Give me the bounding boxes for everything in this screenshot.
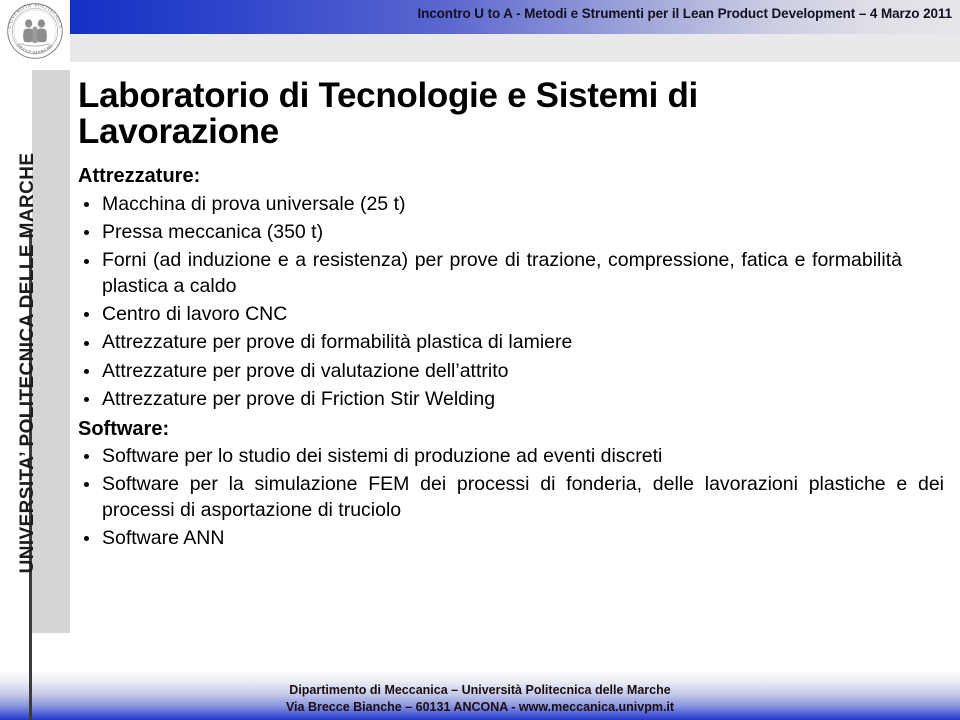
header-banner: Incontro U to A - Metodi e Strumenti per… bbox=[70, 0, 960, 34]
bullet-list-attrezzature: Macchina di prova universale (25 t) Pres… bbox=[78, 192, 954, 413]
sidebar-university-label: UNIVERSITA’ POLITECNICA DELLE MARCHE bbox=[17, 152, 38, 574]
list-item: Macchina di prova universale (25 t) bbox=[78, 192, 902, 217]
slide-content: Laboratorio di Tecnologie e Sistemi di L… bbox=[78, 78, 954, 658]
list-item-text: Attrezzature per prove di Friction Stir … bbox=[102, 388, 496, 411]
section-heading-attrezzature: Attrezzature: bbox=[78, 165, 201, 188]
footer-line-1: Dipartimento di Meccanica – Università P… bbox=[289, 683, 671, 698]
list-item-text: Attrezzature per prove di formabilità pl… bbox=[102, 331, 573, 354]
list-item: Attrezzature per prove di valutazione de… bbox=[78, 359, 902, 384]
header-filler bbox=[70, 34, 960, 62]
bullet-dot-icon bbox=[84, 201, 89, 207]
list-item-text: Macchina di prova universale (25 t) bbox=[102, 192, 406, 215]
list-item: Centro di lavoro CNC bbox=[78, 302, 902, 327]
list-item: Attrezzature per prove di Friction Stir … bbox=[78, 387, 902, 412]
list-item: Software per la simulazione FEM dei proc… bbox=[78, 472, 944, 523]
list-item: Software per lo studio dei sistemi di pr… bbox=[78, 444, 944, 469]
bullet-dot-icon bbox=[84, 454, 89, 460]
list-item-text: Centro di lavoro CNC bbox=[102, 303, 288, 326]
slide-title: Laboratorio di Tecnologie e Sistemi di L… bbox=[78, 76, 698, 151]
list-item-text: Attrezzature per prove di valutazione de… bbox=[102, 359, 509, 382]
list-item-text: Software ANN bbox=[102, 526, 225, 549]
bullet-dot-icon bbox=[84, 397, 89, 403]
list-item-text: Software per la simulazione FEM dei proc… bbox=[102, 473, 944, 521]
list-item: Attrezzature per prove di formabilità pl… bbox=[78, 330, 902, 355]
bullet-dot-icon bbox=[84, 536, 89, 542]
list-item-text: Pressa meccanica (350 t) bbox=[102, 221, 324, 244]
list-item: Forni (ad induzione e a resistenza) per … bbox=[78, 248, 902, 299]
bullet-list-software: Software per lo studio dei sistemi di pr… bbox=[78, 444, 954, 551]
section-heading-software: Software: bbox=[78, 417, 170, 440]
footer-text: Dipartimento di Meccanica – Università P… bbox=[0, 682, 960, 716]
bullet-dot-icon bbox=[84, 312, 89, 318]
footer-line-2: Via Brecce Bianche – 60131 ANCONA - www.… bbox=[285, 700, 675, 715]
list-item-text: Forni (ad induzione e a resistenza) per … bbox=[102, 249, 902, 297]
list-item: Software ANN bbox=[78, 526, 944, 551]
bullet-dot-icon bbox=[84, 482, 89, 488]
bullet-dot-icon bbox=[84, 258, 89, 264]
header-title: Incontro U to A - Metodi e Strumenti per… bbox=[417, 6, 952, 21]
bullet-dot-icon bbox=[84, 340, 89, 346]
presentation-slide: Incontro U to A - Metodi e Strumenti per… bbox=[0, 0, 960, 720]
bullet-dot-icon bbox=[84, 230, 89, 236]
list-item-text: Software per lo studio dei sistemi di pr… bbox=[102, 444, 663, 467]
list-item: Pressa meccanica (350 t) bbox=[78, 220, 902, 245]
bullet-dot-icon bbox=[84, 368, 89, 374]
